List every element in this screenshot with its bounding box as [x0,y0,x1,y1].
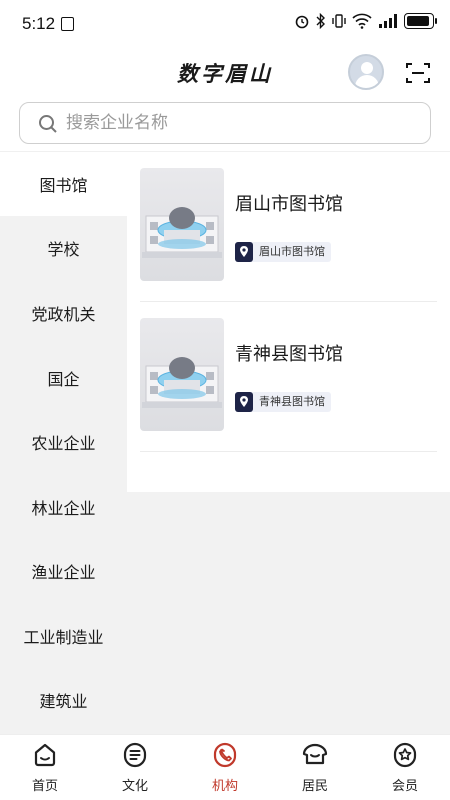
nav-home[interactable]: 首页 [0,735,90,800]
bottom-nav: 首页 文化 机构 居民 会员 [0,734,450,800]
location-pin-icon [235,392,253,412]
nfc-icon [61,17,74,31]
nav-institution[interactable]: 机构 [180,735,270,800]
nav-culture-label: 文化 [121,779,148,794]
vibrate-icon [332,14,346,28]
wifi-icon [352,13,372,29]
sidebar-item-construction[interactable]: 建筑业 [0,668,127,732]
signal-icon [379,14,397,28]
institution-icon [213,742,237,768]
user-avatar-icon[interactable] [348,54,384,90]
institution-name: 青神县图书馆 [235,344,343,365]
location-tag-label: 青神县图书馆 [259,395,325,408]
nav-home-label: 首页 [31,779,58,794]
battery-icon [404,13,437,29]
nav-member-label: 会员 [391,779,418,794]
location-tag: 眉山市图书馆 [235,242,331,262]
bluetooth-icon [316,13,325,29]
library-building-image [140,168,224,281]
location-tag: 青神县图书馆 [235,392,331,412]
institution-name: 眉山市图书馆 [235,194,343,215]
search-icon [39,115,57,133]
nav-culture[interactable]: 文化 [90,735,180,800]
alarm-icon [295,15,309,29]
nav-institution-label: 机构 [211,779,238,794]
category-sidebar: 图书馆 学校 党政机关 国企 农业企业 林业企业 渔业企业 工业制造业 建筑业 [0,152,127,734]
sidebar-item-state-enterprise[interactable]: 国企 [0,346,127,410]
search-bar[interactable] [19,102,431,144]
nav-resident[interactable]: 居民 [270,735,360,800]
sidebar-item-fishery[interactable]: 渔业企业 [0,539,127,603]
institution-list: 眉山市图书馆 眉山市图书馆 青神县图书馆 青神县图书馆 [127,152,450,492]
nav-resident-label: 居民 [301,779,328,794]
location-tag-label: 眉山市图书馆 [259,245,325,258]
list-item[interactable]: 眉山市图书馆 眉山市图书馆 [140,152,437,302]
divider [140,451,437,452]
sidebar-item-forestry[interactable]: 林业企业 [0,475,127,539]
search-input[interactable] [66,109,416,137]
status-time: 5:12 [22,14,56,33]
home-icon [34,743,56,767]
sidebar-item-agriculture[interactable]: 农业企业 [0,410,127,474]
scan-icon [406,63,430,83]
status-icons [294,13,437,29]
sidebar-item-school[interactable]: 学校 [0,216,127,280]
list-item[interactable]: 青神县图书馆 青神县图书馆 [140,302,437,452]
sidebar-item-government[interactable]: 党政机关 [0,281,127,345]
culture-icon [123,742,147,768]
nav-member[interactable]: 会员 [360,735,450,800]
app-header: 数字眉山 [0,50,450,98]
library-building-image [140,318,224,431]
member-icon [393,742,417,768]
status-bar: 5:12 [0,0,450,50]
scan-button[interactable] [404,60,432,86]
resident-icon [302,743,328,765]
sidebar-item-library[interactable]: 图书馆 [0,152,127,216]
sidebar-item-manufacturing[interactable]: 工业制造业 [0,604,127,668]
institution-panel: 眉山市图书馆 眉山市图书馆 青神县图书馆 青神县图书馆 [127,152,450,734]
location-pin-icon [235,242,253,262]
